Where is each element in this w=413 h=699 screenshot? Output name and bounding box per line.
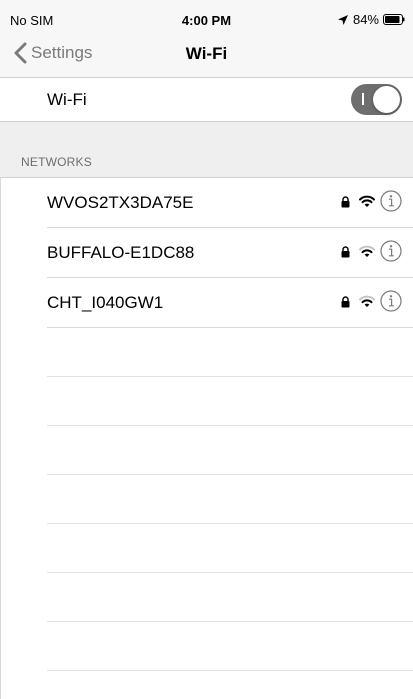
- info-icon[interactable]: [380, 190, 402, 212]
- navigation-bar: Settings Wi-Fi: [0, 30, 413, 78]
- battery-icon: [383, 14, 405, 25]
- wifi-signal-icon: [359, 195, 375, 207]
- empty-list-row: [47, 524, 413, 573]
- empty-list-row: [47, 475, 413, 524]
- wifi-toggle-label: Wi-Fi: [47, 90, 87, 109]
- list-left-edge: [0, 178, 1, 699]
- section-header-label: NETWORKS: [21, 155, 92, 169]
- network-name: BUFFALO-E1DC88: [47, 243, 195, 262]
- lock-icon: [341, 196, 350, 208]
- network-name: CHT_I040GW1: [47, 293, 164, 312]
- wifi-signal-icon: [359, 245, 375, 257]
- wifi-signal-icon: [359, 295, 375, 307]
- empty-list-row: [47, 426, 413, 475]
- location-arrow-icon: [337, 14, 348, 25]
- network-row[interactable]: BUFFALO-E1DC88: [47, 228, 413, 278]
- wifi-toggle[interactable]: [351, 84, 402, 115]
- lock-icon: [341, 296, 350, 308]
- page-title: Wi-Fi: [185, 44, 228, 63]
- lock-icon: [341, 246, 350, 258]
- status-right: 84%: [337, 12, 405, 27]
- empty-list-row: [47, 328, 413, 377]
- network-name: WVOS2TX3DA75E: [47, 193, 194, 212]
- info-icon[interactable]: [380, 240, 402, 262]
- info-icon[interactable]: [380, 290, 402, 312]
- network-row[interactable]: WVOS2TX3DA75E: [47, 178, 413, 228]
- network-row[interactable]: CHT_I040GW1: [47, 278, 413, 328]
- network-list: WVOS2TX3DA75E BUFFALO-E1DC88 CHT_I040GW1: [0, 178, 413, 671]
- empty-list-row: [47, 377, 413, 426]
- toggle-knob: [373, 86, 400, 113]
- toggle-on-indicator: [362, 93, 364, 105]
- wifi-toggle-row: Wi-Fi: [0, 78, 413, 122]
- empty-list-row: [47, 573, 413, 622]
- empty-list-row: [47, 622, 413, 671]
- battery-percent: 84%: [352, 12, 379, 27]
- networks-section-header: NETWORKS: [0, 122, 413, 178]
